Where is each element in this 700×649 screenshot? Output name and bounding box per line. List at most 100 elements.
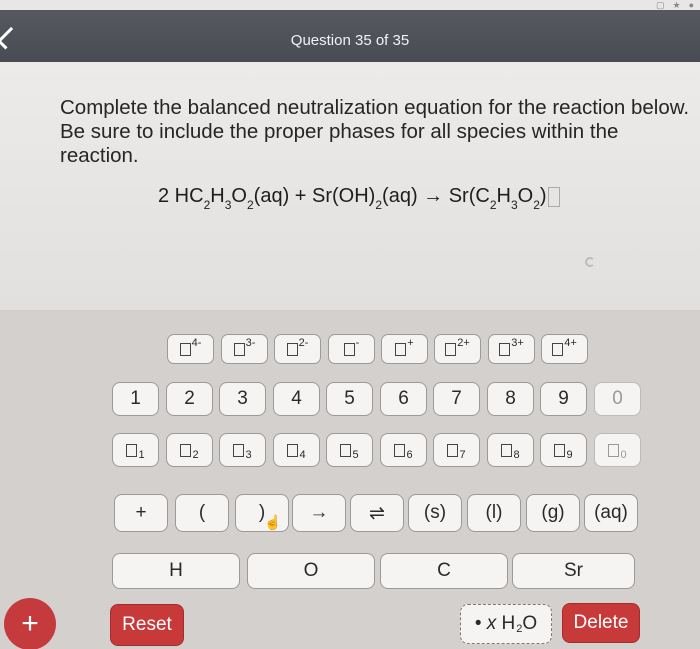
- equation-text: O: [517, 185, 534, 207]
- equation-subscript: 2: [533, 198, 540, 212]
- add-fab-button[interactable]: +: [4, 598, 56, 649]
- element-key-sr[interactable]: Sr: [512, 553, 635, 589]
- subscript-label: 7: [459, 449, 466, 461]
- element-key-c[interactable]: C: [380, 553, 508, 589]
- question-prompt: Complete the balanced neutralization equ…: [60, 96, 690, 167]
- digit-key-2[interactable]: 2: [166, 382, 213, 416]
- subscript-2: 2: [516, 623, 523, 635]
- box-icon: [179, 342, 191, 356]
- equation-text: O: [231, 185, 247, 207]
- charge-label: +: [407, 337, 414, 349]
- subscript-key-6[interactable]: 6: [380, 433, 427, 467]
- o-glyph: O: [522, 613, 538, 634]
- plus-key[interactable]: +: [114, 494, 168, 532]
- delete-button[interactable]: Delete: [562, 603, 640, 643]
- solid-phase-key[interactable]: (s): [408, 494, 462, 532]
- box-icon: [343, 342, 355, 356]
- charge-key-4-plus[interactable]: 4+: [541, 334, 588, 364]
- charge-label: 3-: [245, 337, 256, 349]
- box-icon: [340, 443, 352, 457]
- equation-subscript: 2: [246, 198, 254, 212]
- box-icon: [445, 342, 457, 356]
- subscript-key-4[interactable]: 4: [273, 433, 320, 467]
- subscript-label: 5: [352, 449, 359, 461]
- element-key-o[interactable]: O: [247, 553, 375, 589]
- charge-label: 2+: [457, 337, 470, 349]
- digit-key-0[interactable]: 0: [594, 382, 641, 416]
- subscript-label: 2: [192, 449, 199, 461]
- charge-key-2-minus[interactable]: 2-: [274, 334, 321, 364]
- subscript-key-0[interactable]: 0: [594, 433, 641, 467]
- charge-key-3-minus[interactable]: 3-: [221, 334, 268, 364]
- subscript-key-1[interactable]: 1: [112, 433, 159, 467]
- box-icon: [608, 443, 620, 457]
- digit-key-8[interactable]: 8: [487, 382, 534, 416]
- aqueous-phase-key[interactable]: (aq): [584, 494, 638, 532]
- equation-text: 2 HC: [158, 185, 204, 207]
- gas-phase-key[interactable]: (g): [526, 494, 580, 532]
- equation-subscript: 2: [375, 198, 383, 212]
- digit-key-5[interactable]: 5: [326, 382, 373, 416]
- answer-input-cursor[interactable]: [547, 186, 560, 207]
- charge-key-2-plus[interactable]: 2+: [434, 334, 481, 364]
- charge-key-4-minus[interactable]: 4-: [167, 334, 214, 364]
- element-key-h[interactable]: H: [112, 553, 240, 589]
- browser-icons: ▢ ★ ●: [656, 0, 694, 10]
- profile-icon[interactable]: ●: [689, 0, 694, 10]
- question-counter: Question 35 of 35: [290, 32, 410, 49]
- reset-button[interactable]: Reset: [110, 604, 184, 646]
- box-icon: [499, 342, 511, 356]
- box-icon: [126, 443, 138, 457]
- arrow-key[interactable]: →: [292, 494, 346, 532]
- digit-key-4[interactable]: 4: [273, 382, 320, 416]
- x-glyph: x: [486, 613, 497, 634]
- equation-subscript: 3: [510, 198, 518, 212]
- chemical-equation[interactable]: 2 HC2H3O2(aq) + Sr(OH)2(aq) → Sr(C2H3O2): [158, 185, 560, 212]
- equation-text: ): [539, 185, 547, 207]
- box-icon: [233, 443, 245, 457]
- star-icon[interactable]: ★: [672, 0, 680, 11]
- equation-text: H: [210, 185, 225, 207]
- box-icon: [286, 342, 298, 356]
- box-icon: [395, 342, 407, 356]
- box-icon: [552, 342, 564, 356]
- digit-key-9[interactable]: 9: [540, 382, 587, 416]
- subscript-label: 4: [299, 449, 306, 461]
- charge-key-plus[interactable]: +: [381, 334, 428, 364]
- browser-strip: ▢ ★ ●: [0, 0, 700, 10]
- subscript-key-5[interactable]: 5: [326, 433, 373, 467]
- header-bar: ▢ ★ ● Question 35 of 35: [0, 0, 700, 62]
- bullet-glyph: •: [474, 613, 482, 634]
- charge-key-3-plus[interactable]: 3+: [488, 334, 535, 364]
- charge-label: 4-: [191, 337, 202, 349]
- digit-key-6[interactable]: 6: [380, 382, 427, 416]
- box-icon: [180, 443, 192, 457]
- box-icon: [394, 443, 406, 457]
- box-icon: [447, 443, 459, 457]
- h-glyph: H: [501, 613, 516, 634]
- digit-key-7[interactable]: 7: [433, 382, 480, 416]
- equation-text: H: [496, 185, 511, 207]
- equilibrium-key[interactable]: ⇌: [350, 494, 404, 532]
- extension-icon[interactable]: ▢: [656, 0, 665, 11]
- open-paren-key[interactable]: (: [175, 494, 229, 532]
- subscript-label: 0: [620, 449, 627, 461]
- box-icon: [554, 443, 566, 457]
- subscript-key-8[interactable]: 8: [487, 433, 534, 467]
- subscript-key-3[interactable]: 3: [219, 433, 266, 467]
- subscript-label: 6: [406, 449, 413, 461]
- subscript-key-2[interactable]: 2: [166, 433, 213, 467]
- equation-subscript: 3: [224, 198, 232, 212]
- liquid-phase-key[interactable]: (l): [467, 494, 521, 532]
- subscript-key-9[interactable]: 9: [540, 433, 587, 467]
- charge-label: -: [355, 337, 360, 349]
- digit-key-3[interactable]: 3: [219, 382, 266, 416]
- equation-text: (aq) → Sr(C: [382, 185, 490, 207]
- subscript-label: 9: [566, 449, 573, 461]
- equation-subscript: 2: [489, 198, 497, 212]
- digit-key-1[interactable]: 1: [112, 382, 159, 416]
- loading-spinner-icon: [585, 257, 595, 267]
- charge-key-minus[interactable]: -: [328, 334, 375, 364]
- subscript-key-7[interactable]: 7: [433, 433, 480, 467]
- water-of-hydration-button[interactable]: • x H2O: [460, 604, 552, 644]
